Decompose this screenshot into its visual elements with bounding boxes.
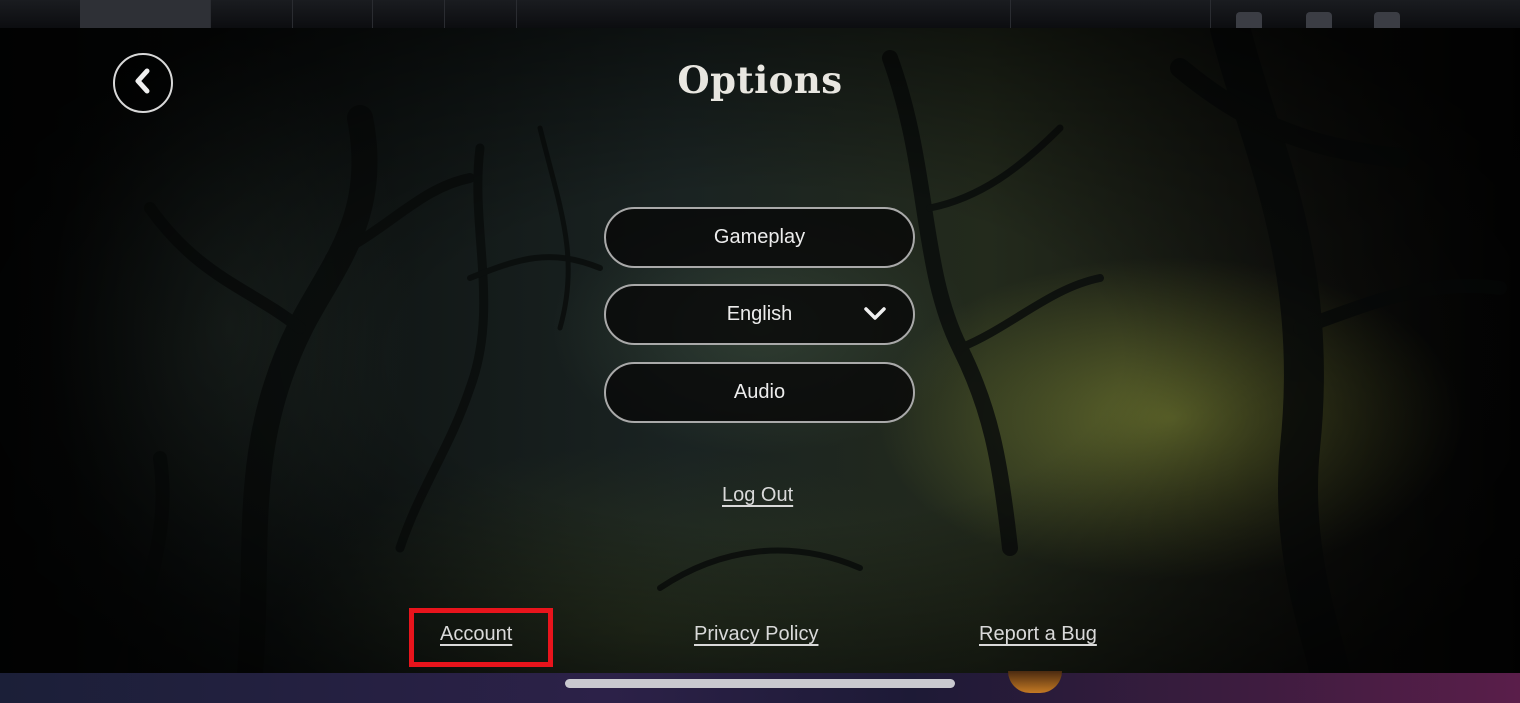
report-bug-link[interactable]: Report a Bug — [979, 623, 1097, 646]
bottom-bar — [0, 673, 1520, 703]
top-nav-strip — [0, 0, 1520, 28]
audio-button-label: Audio — [733, 381, 786, 403]
options-screen: Options Gameplay English Audio Log Out A… — [0, 0, 1520, 703]
language-dropdown[interactable]: English — [604, 284, 915, 345]
top-nav-tab[interactable] — [80, 0, 211, 28]
top-nav-tab[interactable] — [1010, 0, 1211, 28]
home-indicator[interactable] — [565, 679, 955, 688]
privacy-policy-link[interactable]: Privacy Policy — [694, 623, 818, 646]
chevron-down-icon — [863, 305, 887, 329]
account-link[interactable]: Account — [440, 623, 512, 646]
top-nav-tab[interactable] — [292, 0, 373, 28]
language-dropdown-value: English — [726, 303, 793, 325]
mastery-icon[interactable] — [1236, 12, 1262, 28]
log-out-link[interactable]: Log Out — [722, 484, 793, 507]
chevron-left-icon — [132, 67, 154, 100]
page-title: Options — [677, 58, 843, 102]
store-icon[interactable] — [1306, 12, 1332, 28]
gameplay-button[interactable]: Gameplay — [604, 207, 915, 268]
gameplay-button-label: Gameplay — [713, 226, 806, 248]
top-nav-tab[interactable] — [444, 0, 517, 28]
audio-button[interactable]: Audio — [604, 362, 915, 423]
top-nav-tab[interactable] — [372, 0, 445, 28]
options-panel: Options Gameplay English Audio Log Out A… — [0, 28, 1520, 673]
settings-gear-icon[interactable] — [1374, 12, 1400, 28]
top-nav-tab[interactable] — [210, 0, 293, 28]
back-button[interactable] — [113, 53, 173, 113]
top-nav-tab[interactable] — [940, 0, 1011, 28]
background-vignette — [0, 28, 1520, 673]
